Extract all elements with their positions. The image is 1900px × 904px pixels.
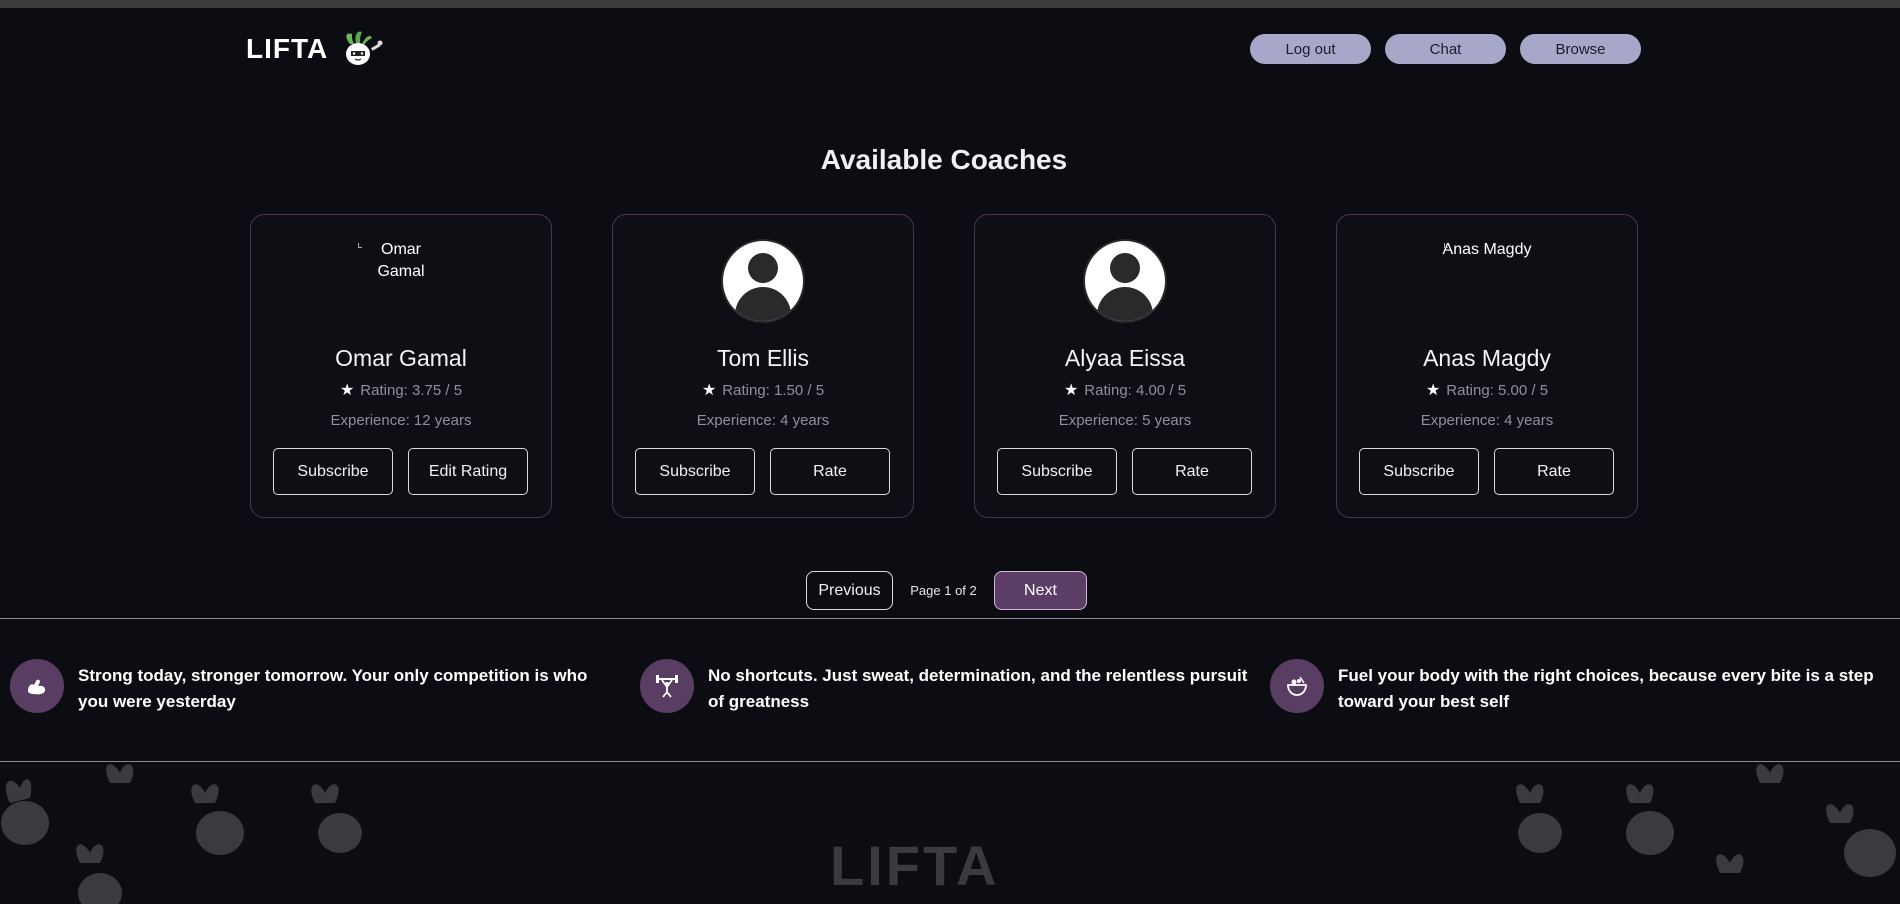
- coach-experience: Experience: 4 years: [696, 412, 830, 429]
- rating-text: Rating: 4.00 / 5: [1084, 382, 1187, 399]
- avatar-area: Omar Gamal: [251, 239, 551, 323]
- coach-rating: ★ Rating: 3.75 / 5: [251, 382, 551, 399]
- footer-brand: LIFTA: [830, 834, 1000, 897]
- card-actions: Subscribe Rate: [1359, 448, 1614, 495]
- star-icon: ★: [339, 381, 355, 399]
- chat-button[interactable]: Chat: [1385, 34, 1506, 64]
- default-user-icon: [721, 239, 805, 323]
- quote-item: Strong today, stronger tomorrow. Your on…: [10, 659, 620, 715]
- logo-text: LIFTA: [246, 33, 329, 64]
- browse-button[interactable]: Browse: [1520, 34, 1641, 64]
- logout-button[interactable]: Log out: [1250, 34, 1371, 64]
- avatar-alt-text: Anas Magdy: [1442, 241, 1532, 258]
- rating-text: Rating: 5.00 / 5: [1446, 382, 1549, 399]
- food-bowl-icon: [1270, 659, 1324, 713]
- subscribe-button[interactable]: Subscribe: [635, 448, 755, 495]
- browser-top-strip: [0, 0, 1900, 8]
- coach-card: Anas Magdy Anas Magdy ★ Rating: 5.00 / 5…: [1336, 214, 1638, 518]
- avatar-area: Anas Magdy: [1337, 239, 1637, 323]
- page-title: Available Coaches: [820, 144, 1068, 175]
- pagination: Previous Page 1 of 2 Next: [806, 571, 1087, 610]
- coach-rating: ★ Rating: 1.50 / 5: [613, 382, 913, 399]
- radish-pattern-right: [1516, 764, 1896, 877]
- quote-item: Fuel your body with the right choices, b…: [1270, 659, 1880, 715]
- avatar-area: [975, 239, 1275, 323]
- star-icon: ★: [1425, 381, 1441, 399]
- rating-text: Rating: 1.50 / 5: [722, 382, 825, 399]
- quote-text: No shortcuts. Just sweat, determination,…: [708, 666, 1248, 711]
- rate-button[interactable]: Rate: [770, 448, 890, 495]
- weightlifter-icon: [640, 659, 694, 713]
- flexed-arm-icon: [10, 659, 64, 713]
- coach-name: Alyaa Eissa: [1064, 345, 1186, 371]
- radish-pattern-left: [1, 764, 362, 904]
- quote-text: Strong today, stronger tomorrow. Your on…: [78, 666, 588, 711]
- rating-text: Rating: 3.75 / 5: [360, 382, 463, 399]
- broken-image-icon: [358, 243, 362, 248]
- coach-experience: Experience: 12 years: [330, 412, 472, 429]
- star-icon: ★: [701, 381, 717, 399]
- star-icon: ★: [1063, 381, 1079, 399]
- coach-card: Omar Gamal Omar Gamal ★ Rating: 3.75 / 5…: [250, 214, 552, 518]
- coach-cards: Omar Gamal Omar Gamal ★ Rating: 3.75 / 5…: [250, 214, 1638, 518]
- quote-item: No shortcuts. Just sweat, determination,…: [640, 659, 1250, 715]
- subscribe-button[interactable]: Subscribe: [1359, 448, 1479, 495]
- coach-card: Alyaa Eissa ★ Rating: 4.00 / 5 Experienc…: [974, 214, 1276, 518]
- card-actions: Subscribe Rate: [635, 448, 890, 495]
- avatar-broken-image: Omar Gamal: [356, 239, 446, 323]
- top-nav: Log out Chat Browse: [1250, 34, 1641, 64]
- coach-name: Anas Magdy: [1423, 345, 1551, 371]
- subscribe-button[interactable]: Subscribe: [273, 448, 393, 495]
- previous-page-button[interactable]: Previous: [806, 571, 893, 610]
- avatar-area: [613, 239, 913, 323]
- page-indicator: Page 1 of 2: [910, 583, 977, 598]
- rate-button[interactable]: Rate: [1494, 448, 1614, 495]
- next-page-button[interactable]: Next: [994, 571, 1087, 610]
- quote-text: Fuel your body with the right choices, b…: [1338, 666, 1874, 711]
- coach-rating: ★ Rating: 4.00 / 5: [975, 382, 1275, 399]
- coach-card: Tom Ellis ★ Rating: 1.50 / 5 Experience:…: [612, 214, 914, 518]
- default-user-icon: [1083, 239, 1167, 323]
- broken-image-icon: [1444, 243, 1448, 248]
- coach-experience: Experience: 5 years: [1058, 412, 1192, 429]
- coach-experience: Experience: 4 years: [1420, 412, 1554, 429]
- radish-mascot-icon: [346, 31, 383, 65]
- card-actions: Subscribe Edit Rating: [273, 448, 528, 495]
- avatar-broken-image: Anas Magdy: [1442, 239, 1532, 323]
- subscribe-button[interactable]: Subscribe: [997, 448, 1117, 495]
- edit-rating-button[interactable]: Edit Rating: [408, 448, 528, 495]
- quotes-strip: Strong today, stronger tomorrow. Your on…: [0, 618, 1900, 762]
- rate-button[interactable]: Rate: [1132, 448, 1252, 495]
- coach-rating: ★ Rating: 5.00 / 5: [1337, 382, 1637, 399]
- coach-name: Tom Ellis: [716, 345, 809, 371]
- card-actions: Subscribe Rate: [997, 448, 1252, 495]
- logo[interactable]: LIFTA: [246, 30, 384, 68]
- avatar-alt-text: Omar Gamal: [377, 241, 425, 280]
- footer-decoration: LIFTA: [0, 763, 1900, 904]
- coach-name: Omar Gamal: [335, 345, 467, 371]
